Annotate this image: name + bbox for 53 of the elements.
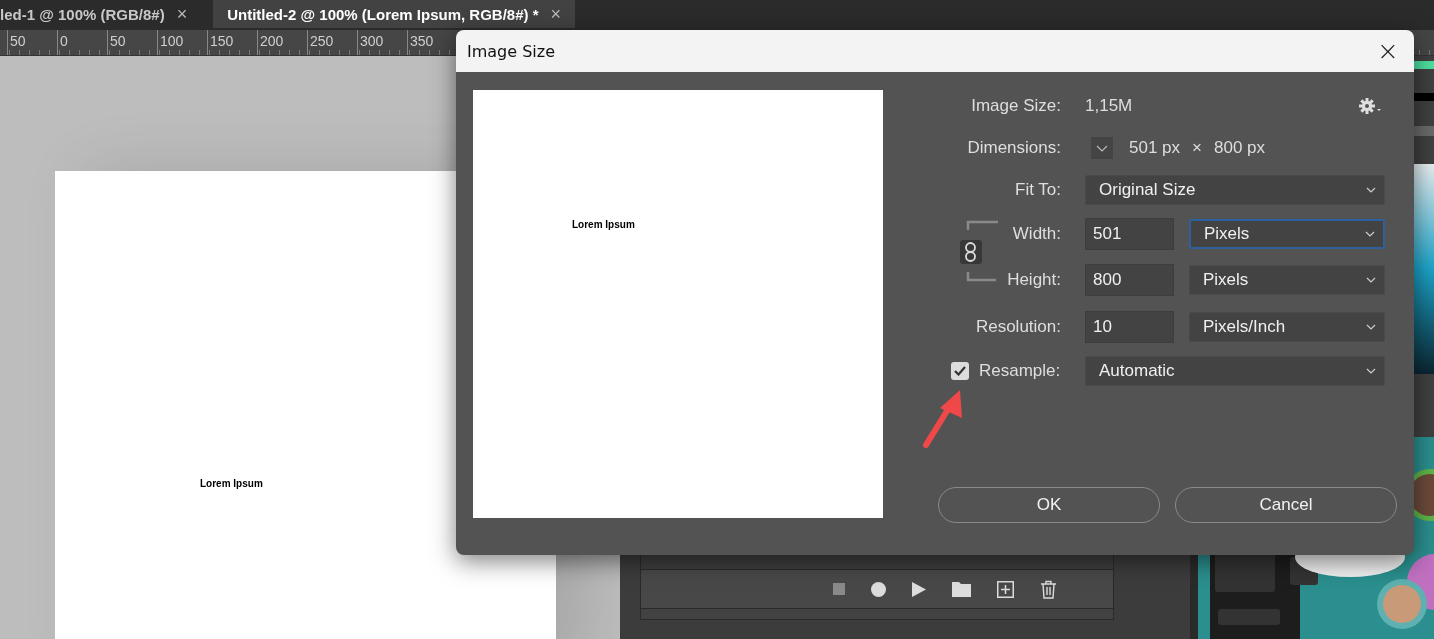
dropdown-button[interactable] — [1091, 137, 1113, 159]
chevron-icon — [1366, 368, 1376, 374]
input-field[interactable]: 800 — [1085, 264, 1174, 296]
play-icon[interactable] — [912, 581, 926, 597]
check-icon — [954, 366, 966, 376]
times-sign: × — [1192, 138, 1202, 158]
input-field[interactable]: 10 — [1085, 310, 1174, 343]
annotation-arrow — [920, 388, 964, 450]
ruler-label: 150 — [207, 30, 257, 55]
fit-to-dropdown[interactable]: Original Size — [1085, 175, 1385, 205]
new-item-icon[interactable] — [997, 580, 1014, 598]
ruler-label: 50 — [7, 30, 57, 55]
unit-dropdown[interactable]: Pixels/Inch — [1189, 311, 1385, 342]
resample-dropdown[interactable]: Automatic — [1085, 356, 1385, 386]
field-label: Fit To: — [1014, 180, 1062, 200]
resize-grip[interactable] — [641, 609, 1113, 619]
chevron-icon — [1366, 277, 1376, 283]
document-text: Lorem Ipsum — [200, 478, 263, 489]
ok-button[interactable]: OK — [938, 487, 1160, 523]
trash-icon[interactable] — [1040, 579, 1057, 599]
document-tab[interactable]: Untitled-2 @ 100% (Lorem Ipsum, RGB/8#) * × — [213, 0, 576, 28]
record-icon[interactable] — [871, 581, 886, 597]
dialog-title: Image Size — [467, 41, 556, 61]
ruler-label: 50 — [107, 30, 157, 55]
preview-text: Lorem Ipsum — [572, 219, 635, 230]
field-label: Width: — [1011, 224, 1062, 244]
ruler-label: 100 — [157, 30, 207, 55]
field-label: Dimensions: — [966, 138, 1062, 158]
dimension-value: 800 px — [1214, 138, 1266, 158]
chevron-icon — [1366, 187, 1376, 193]
chevron-icon — [1366, 323, 1376, 330]
settings-icon[interactable] — [1359, 98, 1383, 114]
field-label: Resolution: — [974, 316, 1062, 337]
unit-dropdown[interactable]: Pixels — [1189, 265, 1385, 295]
field-label: Image Size: — [970, 96, 1062, 116]
field-label: Height: — [1006, 270, 1062, 290]
close-button[interactable]: × — [1362, 30, 1414, 72]
resample-checkbox[interactable] — [951, 362, 969, 380]
field-label: Resample: — [979, 361, 1061, 381]
dimension-value: 501 px — [1129, 138, 1181, 158]
input-field[interactable]: 501 — [1085, 218, 1174, 250]
ruler-label: 250 — [307, 30, 357, 55]
ruler-label: 200 — [257, 30, 307, 55]
ruler-label: 300 — [357, 30, 407, 55]
folder-icon[interactable] — [952, 581, 971, 597]
image-size-value: 1,15M — [1085, 96, 1133, 116]
ruler-label: 0 — [57, 30, 107, 55]
unit-dropdown[interactable]: Pixels — [1189, 219, 1385, 249]
close-icon[interactable]: × — [176, 3, 188, 25]
chevron-icon — [1096, 144, 1108, 152]
chevron-icon — [1365, 231, 1375, 237]
cancel-button[interactable]: Cancel — [1175, 487, 1397, 523]
close-icon[interactable]: × — [550, 3, 562, 25]
